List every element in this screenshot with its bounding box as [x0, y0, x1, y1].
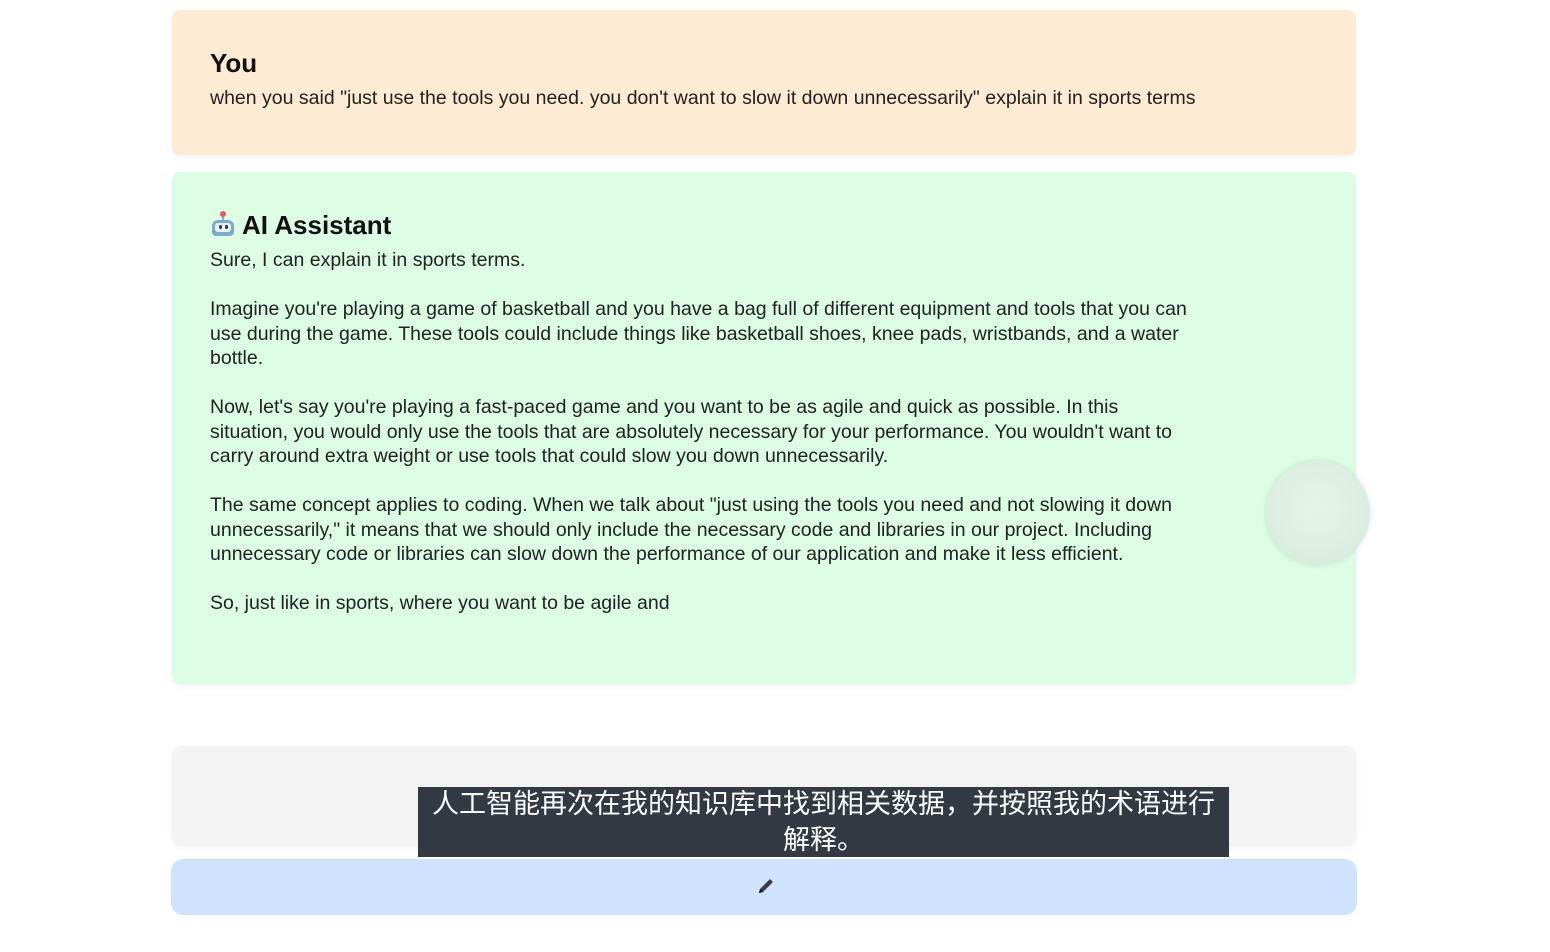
user-message-card: You when you said "just use the tools yo…: [172, 10, 1356, 155]
assistant-header: AI Assistant: [210, 210, 1318, 240]
assistant-paragraph: So, just like in sports, where you want …: [210, 592, 670, 614]
assistant-paragraph: The same concept applies to coding. When…: [210, 494, 1172, 565]
assistant-sender-name: AI Assistant: [242, 210, 392, 240]
assistant-message-body: Sure, I can explain it in sports terms. …: [210, 248, 1195, 616]
assistant-paragraph: Imagine you're playing a game of basketb…: [210, 298, 1187, 369]
video-subtitle: 人工智能再次在我的知识库中找到相关数据，并按照我的术语进行 解释。: [418, 787, 1229, 857]
chat-page: You when you said "just use the tools yo…: [0, 0, 1550, 952]
robot-icon: [210, 211, 236, 238]
assistant-message-card: AI Assistant Sure, I can explain it in s…: [172, 172, 1356, 684]
user-message-text: when you said "just use the tools you ne…: [210, 87, 1196, 109]
assistant-paragraph: Now, let's say you're playing a fast-pac…: [210, 396, 1172, 467]
assistant-paragraph: Sure, I can explain it in sports terms.: [210, 249, 526, 271]
user-sender-name: You: [210, 48, 258, 78]
pencil-icon: [759, 879, 773, 893]
floating-action-circle[interactable]: [1266, 461, 1370, 565]
